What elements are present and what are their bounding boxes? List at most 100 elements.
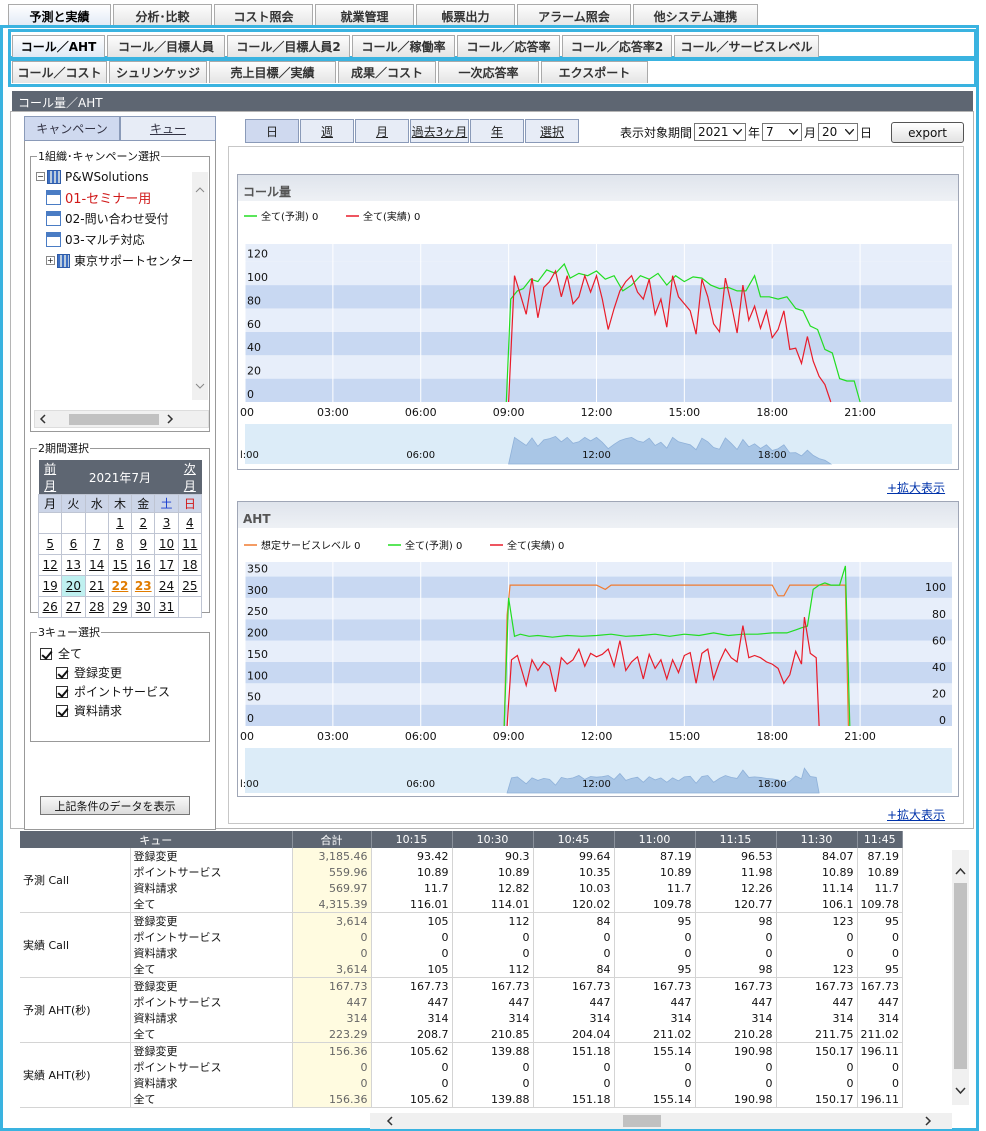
show-data-button[interactable]: 上記条件のデータを表示 bbox=[40, 796, 190, 815]
period-tab-1[interactable]: 週 bbox=[300, 119, 354, 143]
sub2-tab-0[interactable]: コール／コスト bbox=[12, 61, 107, 83]
tree-root[interactable]: − P&WSolutions bbox=[36, 166, 194, 187]
calendar-day[interactable]: 9 bbox=[131, 533, 156, 555]
calendar-day[interactable]: 17 bbox=[154, 554, 179, 576]
calendar-day[interactable]: 26 bbox=[37, 596, 63, 618]
calendar-day[interactable]: 11 bbox=[177, 533, 203, 555]
checkbox-checked-icon[interactable] bbox=[56, 704, 68, 717]
sub-tab-4[interactable]: コール／応答率 bbox=[457, 35, 560, 57]
sub-tab-3[interactable]: コール／稼働率 bbox=[352, 35, 455, 57]
checkbox-checked-icon[interactable] bbox=[56, 666, 68, 679]
calendar-day[interactable]: 31 bbox=[154, 596, 179, 618]
checkbox-checked-icon[interactable] bbox=[40, 647, 52, 660]
sub-tab-6[interactable]: コール／サービスレベル bbox=[674, 35, 819, 57]
calendar-day[interactable]: 16 bbox=[131, 554, 156, 576]
main-tab-6[interactable]: 他システム連携 bbox=[633, 4, 758, 27]
column-header: 11:15 bbox=[695, 831, 777, 848]
value-cell: 3,185.46 bbox=[292, 848, 372, 864]
table-vertical-scrollbar[interactable] bbox=[952, 850, 969, 1105]
calendar-day[interactable]: 10 bbox=[154, 533, 179, 555]
sub-tab-1[interactable]: コール／目標人員 bbox=[107, 35, 225, 57]
calendar-day[interactable]: 1 bbox=[107, 512, 133, 534]
value-cell: 10.89 bbox=[776, 864, 858, 880]
sub-tab-5[interactable]: コール／応答率2 bbox=[562, 35, 672, 57]
calendar-day[interactable]: 24 bbox=[154, 575, 179, 597]
calendar-empty bbox=[84, 512, 109, 534]
period-tab-4[interactable]: 年 bbox=[470, 119, 524, 143]
calendar-day[interactable]: 4 bbox=[177, 512, 203, 534]
value-cell: 314 bbox=[695, 1010, 777, 1026]
tree-vertical-scrollbar[interactable] bbox=[192, 172, 208, 400]
value-cell: 156.36 bbox=[292, 1042, 372, 1059]
main-tab-4[interactable]: 帳票出力 bbox=[416, 4, 515, 27]
queue-name-cell: ポイントサービス bbox=[130, 994, 293, 1010]
calendar-day[interactable]: 21 bbox=[84, 575, 109, 597]
tree-horizontal-scrollbar[interactable] bbox=[34, 410, 209, 428]
calendar-day[interactable]: 29 bbox=[107, 596, 133, 618]
tab-queue[interactable]: キュー bbox=[120, 116, 216, 141]
period-tab-2[interactable]: 月 bbox=[355, 119, 409, 143]
calendar-day[interactable]: 13 bbox=[61, 554, 86, 576]
calendar-day[interactable]: 2 bbox=[131, 512, 156, 534]
calendar-day[interactable]: 22 bbox=[107, 575, 133, 597]
expand-icon[interactable]: + bbox=[46, 256, 55, 265]
main-tab-2[interactable]: コスト照会 bbox=[214, 4, 313, 27]
day-select[interactable]: 20 bbox=[818, 123, 859, 141]
main-tab-1[interactable]: 分析･比較 bbox=[113, 4, 212, 27]
calendar-day[interactable]: 23 bbox=[131, 575, 156, 597]
tree-item-tokyo-center[interactable]: + 東京サポートセンター bbox=[36, 250, 194, 271]
period-tab-0[interactable]: 日 bbox=[245, 119, 299, 143]
calendar-day[interactable]: 5 bbox=[37, 533, 63, 555]
export-button[interactable]: export bbox=[891, 122, 964, 143]
calendar-day[interactable]: 20 bbox=[61, 575, 86, 597]
calendar-day[interactable]: 12 bbox=[37, 554, 63, 576]
calendar-day[interactable]: 15 bbox=[107, 554, 133, 576]
value-cell: 139.88 bbox=[452, 1042, 534, 1059]
sub2-tab-1[interactable]: シュリンケッジ bbox=[109, 61, 207, 83]
collapse-icon[interactable]: − bbox=[36, 172, 45, 181]
calendar-day[interactable]: 7 bbox=[84, 533, 109, 555]
main-tab-0[interactable]: 予測と実績 bbox=[8, 4, 111, 27]
calendar-day[interactable]: 18 bbox=[177, 554, 203, 576]
checkbox-checked-icon[interactable] bbox=[56, 685, 68, 698]
calendar-day[interactable]: 30 bbox=[131, 596, 156, 618]
calendar-day[interactable]: 27 bbox=[61, 596, 86, 618]
zoom-link-aht[interactable]: +拡大表示 bbox=[887, 806, 945, 823]
month-select[interactable]: 7 bbox=[762, 123, 803, 141]
sub2-tab-2[interactable]: 売上目標／実績 bbox=[209, 61, 336, 83]
calendar-day[interactable]: 6 bbox=[61, 533, 86, 555]
main-tab-5[interactable]: アラーム照会 bbox=[517, 4, 631, 27]
tree-item-multi[interactable]: 03-マルチ対応 bbox=[36, 229, 194, 250]
value-cell: 0 bbox=[533, 1075, 615, 1091]
calendar-day[interactable]: 14 bbox=[84, 554, 109, 576]
value-cell: 12.26 bbox=[695, 880, 777, 896]
zoom-link-calls[interactable]: +拡大表示 bbox=[887, 479, 945, 496]
sub2-tab-3[interactable]: 成果／コスト bbox=[338, 61, 436, 83]
calendar-day[interactable]: 19 bbox=[37, 575, 63, 597]
value-cell: 3,614 bbox=[292, 961, 372, 978]
calendar-day[interactable]: 25 bbox=[177, 575, 203, 597]
next-month-link[interactable]: 次月 bbox=[178, 460, 202, 495]
tab-campaign[interactable]: キャンペーン bbox=[24, 116, 120, 141]
sub-tab-0[interactable]: コール／AHT bbox=[12, 35, 105, 57]
queue-point-service[interactable]: ポイントサービス bbox=[40, 682, 170, 701]
column-header: 11:00 bbox=[614, 831, 696, 848]
tree-item-inquiry[interactable]: 02-問い合わせ受付 bbox=[36, 208, 194, 229]
sub-tab-2[interactable]: コール／目標人員2 bbox=[227, 35, 350, 57]
year-select[interactable]: 2021 bbox=[694, 123, 747, 141]
tree-item-seminar[interactable]: 01-セミナー用 bbox=[36, 187, 194, 208]
y-tick-label: 0 bbox=[247, 388, 254, 401]
sub2-tab-5[interactable]: エクスポート bbox=[541, 61, 648, 83]
queue-all[interactable]: 全て bbox=[40, 644, 170, 663]
queue-documents[interactable]: 資料請求 bbox=[40, 701, 170, 720]
calendar-day[interactable]: 8 bbox=[107, 533, 133, 555]
main-tab-3[interactable]: 就業管理 bbox=[315, 4, 414, 27]
prev-month-link[interactable]: 前月 bbox=[38, 460, 62, 495]
period-tab-3[interactable]: 過去3ヶ月 bbox=[410, 119, 469, 143]
calendar-day[interactable]: 28 bbox=[84, 596, 109, 618]
queue-registration[interactable]: 登録変更 bbox=[40, 663, 170, 682]
calendar-day[interactable]: 3 bbox=[154, 512, 179, 534]
sub2-tab-4[interactable]: 一次応答率 bbox=[438, 61, 539, 83]
period-tab-5[interactable]: 選択 bbox=[525, 119, 579, 143]
table-horizontal-scrollbar[interactable] bbox=[370, 1113, 952, 1129]
